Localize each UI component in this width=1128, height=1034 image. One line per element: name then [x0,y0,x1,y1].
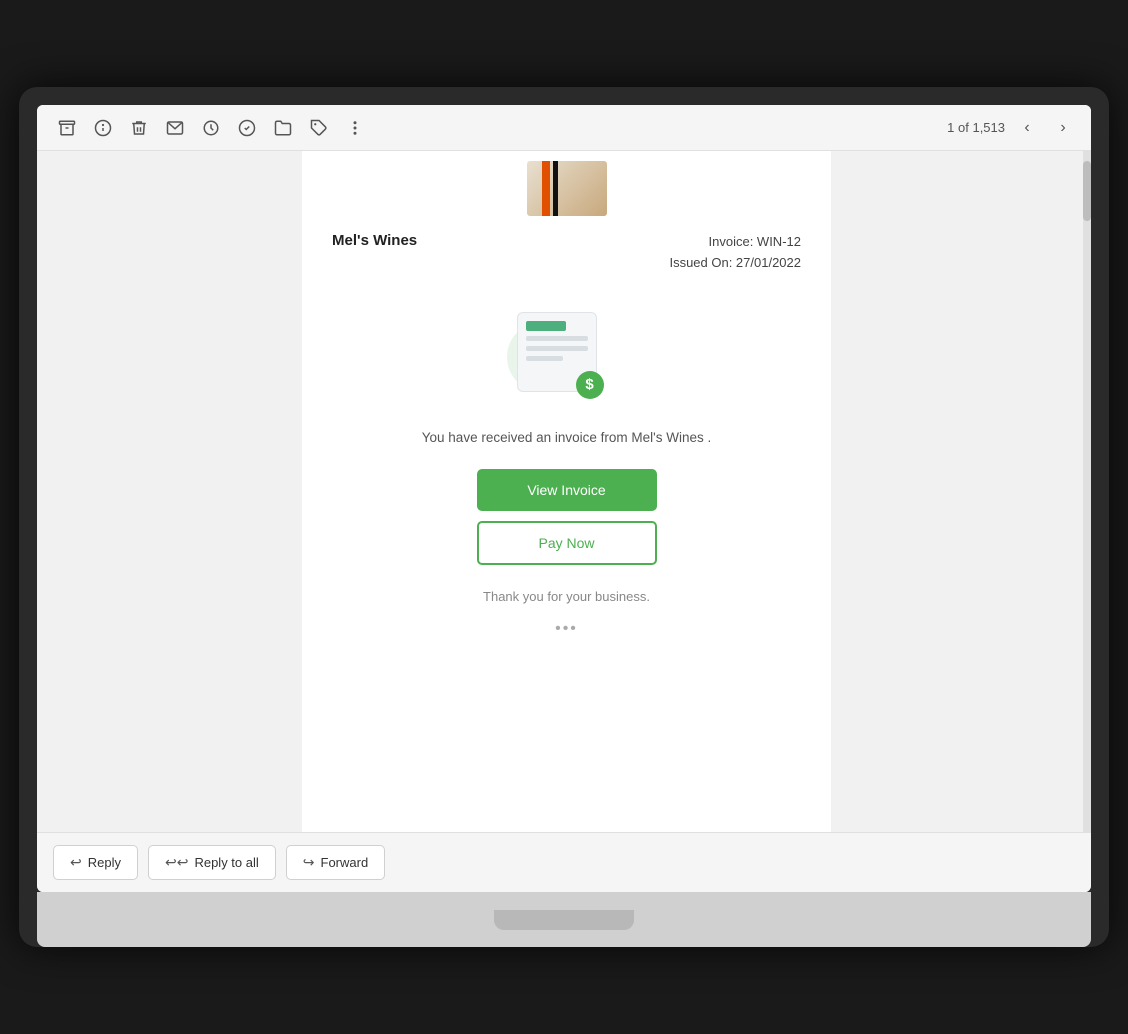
pay-now-button[interactable]: Pay Now [477,521,657,565]
issued-on: Issued On: 27/01/2022 [669,253,801,274]
screen: 1 of 1,513 ‹ › [37,105,1091,892]
pagination: 1 of 1,513 ‹ › [947,114,1077,142]
check-circle-icon[interactable] [231,112,263,144]
info-icon[interactable] [87,112,119,144]
laptop-frame: 1 of 1,513 ‹ › [19,87,1109,947]
archive-icon[interactable] [51,112,83,144]
email-area: Mel's Wines Invoice: WIN-12 Issued On: 2… [37,151,1091,832]
clock-icon[interactable] [195,112,227,144]
scrollbar-thumb[interactable] [1083,161,1091,221]
more-icon[interactable] [339,112,371,144]
toolbar: 1 of 1,513 ‹ › [37,105,1091,151]
left-panel [37,151,302,832]
scrollbar[interactable] [1083,151,1091,832]
email-ellipsis: ••• [302,616,831,654]
reply-label: Reply [88,855,121,870]
dollar-badge: $ [576,371,604,399]
reply-button[interactable]: ↩ Reply [53,845,138,880]
forward-icon: ↪ [303,854,315,871]
invoice-doc: $ [517,312,597,392]
reply-all-label: Reply to all [194,855,258,870]
forward-label: Forward [321,855,369,870]
invoice-icon-wrapper: $ [517,312,617,402]
laptop-bottom [37,892,1091,947]
label-icon[interactable] [303,112,335,144]
reply-all-icon: ↩↩ [165,854,188,871]
view-invoice-button[interactable]: View Invoice [477,469,657,511]
forward-button[interactable]: ↪ Forward [286,845,385,880]
prev-button[interactable]: ‹ [1013,114,1041,142]
invoice-doc-line-2 [526,346,588,351]
invoice-doc-header [526,321,566,331]
book-image [527,161,607,216]
invoice-header: Mel's Wines Invoice: WIN-12 Issued On: 2… [302,216,831,282]
invoice-number: Invoice: WIN-12 [669,232,801,253]
invoice-doc-line-1 [526,336,588,341]
reply-bar: ↩ Reply ↩↩ Reply to all ↪ Forward [37,832,1091,892]
invoice-details: Invoice: WIN-12 Issued On: 27/01/2022 [669,232,801,274]
reply-icon: ↩ [70,854,82,871]
company-name: Mel's Wines [332,232,417,249]
right-panel [831,151,1091,832]
invoice-doc-line-3 [526,356,563,361]
mail-icon[interactable] [159,112,191,144]
invoice-icon-area: $ [302,282,831,422]
trash-icon[interactable] [123,112,155,144]
next-button[interactable]: › [1049,114,1077,142]
email-content: Mel's Wines Invoice: WIN-12 Issued On: 2… [302,151,831,832]
pagination-text: 1 of 1,513 [947,120,1005,135]
folder-icon[interactable] [267,112,299,144]
email-message: You have received an invoice from Mel's … [302,422,831,453]
email-body: Mel's Wines Invoice: WIN-12 Issued On: 2… [302,151,831,832]
email-top-image [302,151,831,216]
laptop-notch [494,910,634,930]
reply-all-button[interactable]: ↩↩ Reply to all [148,845,276,880]
footer-text: Thank you for your business. [302,565,831,616]
